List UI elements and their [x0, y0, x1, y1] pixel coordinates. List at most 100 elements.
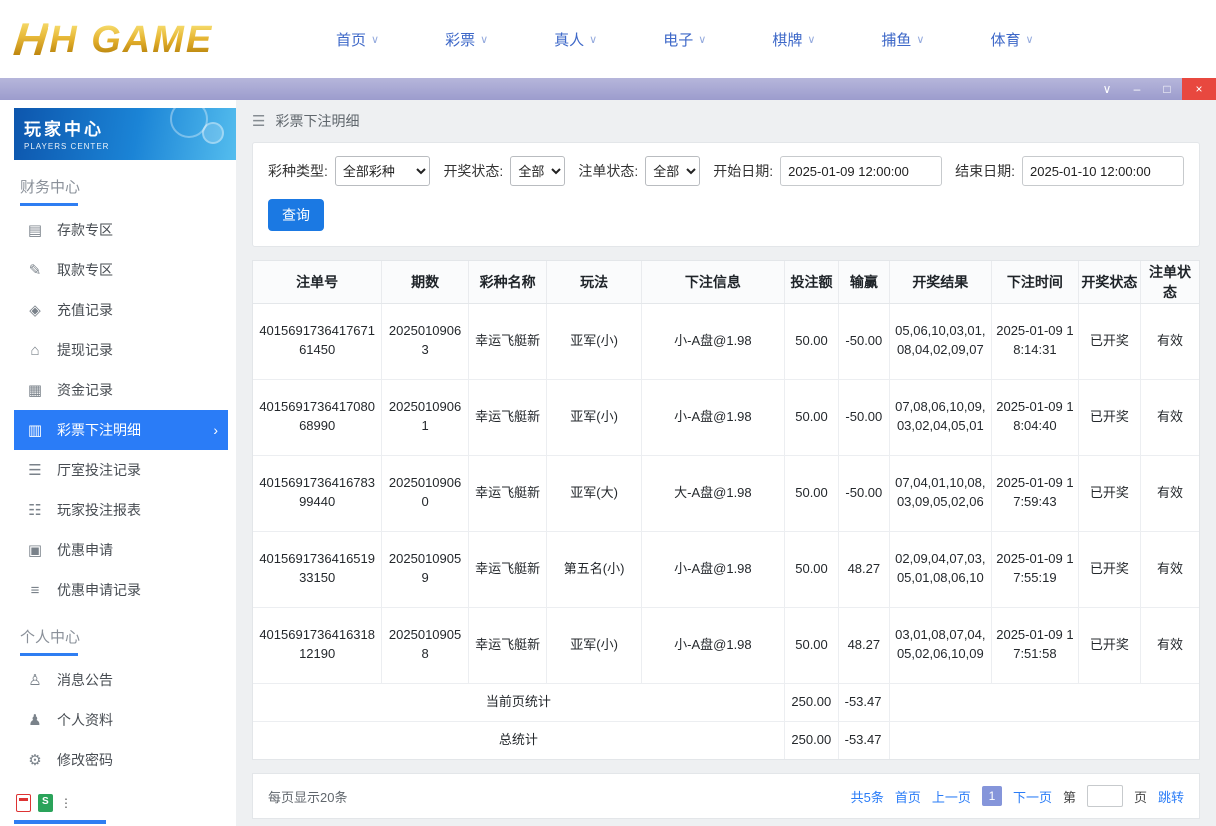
cell-order-status: 有效	[1140, 606, 1199, 683]
nav-label: 首页	[336, 31, 367, 49]
cell-play: 亚军(大)	[546, 454, 642, 531]
cell-play: 第五名(小)	[546, 530, 642, 607]
cell-order-id: 401569173641708068990	[253, 378, 382, 455]
col-header-win-loss: 输赢	[838, 261, 889, 304]
col-header-lottery: 彩种名称	[467, 261, 547, 304]
cell-bet-info: 大-A盘@1.98	[640, 454, 785, 531]
nav-item-sports[interactable]: 体育 ∨	[990, 29, 1033, 50]
logo-h-emblem-icon: H	[11, 13, 50, 65]
chevron-down-icon: ∨	[371, 33, 380, 46]
sidebar-item-funds-record[interactable]: ▦ 资金记录	[14, 370, 228, 410]
chevron-down-icon: ∨	[807, 33, 816, 46]
summary-label: 当前页统计	[253, 682, 785, 721]
order-status-select[interactable]: 全部	[645, 156, 701, 186]
sidebar-item-announcement[interactable]: ♙ 消息公告	[14, 660, 228, 700]
more-dots-icon[interactable]: ⋮	[60, 796, 73, 810]
sidebar-item-label: 提现记录	[57, 342, 113, 358]
summary-row-current-page: 当前页统计 250.00 -53.47	[253, 682, 1199, 721]
cell-period: 20250109059	[381, 530, 469, 607]
recharge-record-icon: ◈	[29, 302, 41, 319]
sidebar-item-label: 玩家投注报表	[57, 502, 141, 518]
window-maximize-button[interactable]: □	[1152, 78, 1182, 100]
cell-bet-time: 2025-01-09 18:14:31	[991, 302, 1079, 379]
hamburger-menu-icon[interactable]: ☰	[252, 112, 265, 130]
chevron-down-icon: ∨	[698, 33, 707, 46]
site-logo: H H GAME	[0, 13, 300, 65]
change-password-icon: ⚙	[28, 752, 42, 769]
page-jump-input[interactable]	[1086, 785, 1123, 807]
prev-page-link[interactable]: 上一页	[932, 787, 971, 806]
sidebar-item-lottery-bet-detail[interactable]: ▥ 彩票下注明细 ›	[14, 410, 228, 450]
chevron-down-icon: ∨	[1102, 82, 1112, 96]
table-row: 401569173641767161450 20250109063 幸运飞艇新 …	[253, 302, 1199, 379]
sidebar-item-withdrawal-record[interactable]: ⌂ 提现记录	[14, 330, 228, 370]
funds-record-icon: ▦	[27, 382, 43, 399]
nav-item-live[interactable]: 真人 ∨	[554, 29, 597, 50]
announcement-icon: ♙	[28, 672, 42, 689]
sidebar-item-label: 充值记录	[57, 302, 113, 318]
window-close-button[interactable]: ×	[1182, 78, 1216, 100]
cell-lottery: 幸运飞艇新	[467, 302, 547, 379]
window-dropdown-button[interactable]: ∨	[1092, 78, 1122, 100]
lottery-type-select[interactable]: 全部彩种	[334, 156, 431, 186]
cell-play: 亚军(小)	[546, 378, 642, 455]
sidebar-item-player-bet-report[interactable]: ☷ 玩家投注报表	[14, 490, 228, 530]
sidebar-item-promo-record[interactable]: ≡ 优惠申请记录	[14, 570, 228, 610]
cell-draw-status: 已开奖	[1077, 454, 1141, 531]
nav-item-fishing[interactable]: 捕鱼 ∨	[881, 29, 924, 50]
current-page-badge[interactable]: 1	[981, 786, 1002, 806]
close-icon: ×	[1195, 82, 1203, 96]
sidebar-item-withdraw-zone[interactable]: ✎ 取款专区	[14, 250, 228, 290]
nav-item-lottery[interactable]: 彩票 ∨	[445, 29, 488, 50]
nav-item-board[interactable]: 棋牌 ∨	[772, 29, 815, 50]
page-size-text: 每页显示20条	[268, 789, 348, 805]
nav-item-home[interactable]: 首页 ∨	[336, 29, 379, 50]
sidebar-item-profile[interactable]: ♟ 个人资料	[14, 700, 228, 740]
cell-order-id: 401569173641631812190	[253, 606, 382, 683]
window-minimize-button[interactable]: –	[1122, 78, 1152, 100]
jump-button[interactable]: 跳转	[1158, 787, 1184, 806]
cell-draw-status: 已开奖	[1077, 302, 1141, 379]
total-count-text: 共5条	[850, 789, 884, 805]
summary-empty	[888, 682, 1199, 721]
first-page-link[interactable]: 首页	[895, 787, 921, 806]
cell-order-id: 401569173641651933150	[253, 530, 382, 607]
nav-label: 真人	[554, 31, 585, 49]
page-header: ☰ 彩票下注明细	[252, 100, 1200, 142]
col-header-bet-amount: 投注额	[783, 261, 839, 304]
promo-apply-icon: ▣	[27, 542, 43, 559]
cell-period: 20250109060	[381, 454, 469, 531]
players-center-banner: 玩家中心 PLAYERS CENTER	[14, 108, 236, 160]
start-date-label: 开始日期:	[713, 163, 774, 179]
sidebar-item-label: 个人资料	[57, 712, 113, 728]
sidebar-item-change-password[interactable]: ⚙ 修改密码	[14, 740, 228, 780]
withdrawal-record-icon: ⌂	[30, 341, 40, 359]
cell-order-status: 有效	[1140, 530, 1199, 607]
nav-item-slots[interactable]: 电子 ∨	[663, 29, 706, 50]
pagination-bar: 每页显示20条 共5条 首页 上一页 1 下一页 第 页 跳转	[252, 773, 1200, 819]
main-content: ☰ 彩票下注明细 彩种类型: 全部彩种 开奖状态: 全部 注单状态: 全部 开始…	[236, 100, 1216, 826]
search-button[interactable]: 查询	[268, 199, 324, 231]
cell-bet-amount: 50.00	[783, 378, 839, 455]
sheet-shortcut-icon[interactable]	[38, 794, 53, 812]
end-date-input[interactable]	[1022, 156, 1184, 186]
cell-bet-time: 2025-01-09 18:04:40	[991, 378, 1079, 455]
sidebar-item-promo-apply[interactable]: ▣ 优惠申请	[14, 530, 228, 570]
doc-shortcut-icon[interactable]	[16, 794, 31, 812]
sidebar-item-hall-bet-record[interactable]: ☰ 厅室投注记录	[14, 450, 228, 490]
draw-status-select[interactable]: 全部	[510, 156, 566, 186]
sidebar-item-deposit-zone[interactable]: ▤ 存款专区	[14, 210, 228, 250]
cell-play: 亚军(小)	[546, 606, 642, 683]
nav-label: 彩票	[445, 31, 476, 49]
start-date-input[interactable]	[780, 156, 943, 186]
bets-table: 注单号 期数 彩种名称 玩法 下注信息 投注额 输赢 开奖结果 下注时间 开奖状…	[253, 261, 1199, 759]
next-page-link[interactable]: 下一页	[1013, 787, 1052, 806]
cell-bet-amount: 50.00	[783, 454, 839, 531]
chevron-down-icon: ∨	[480, 33, 489, 46]
cell-lottery: 幸运飞艇新	[467, 606, 547, 683]
sidebar-item-recharge-record[interactable]: ◈ 充值记录	[14, 290, 228, 330]
summary-bet-amount: 250.00	[783, 720, 839, 759]
table-row: 401569173641678399440 20250109060 幸运飞艇新 …	[253, 454, 1199, 531]
nav-label: 体育	[990, 31, 1021, 49]
summary-empty	[888, 720, 1199, 759]
